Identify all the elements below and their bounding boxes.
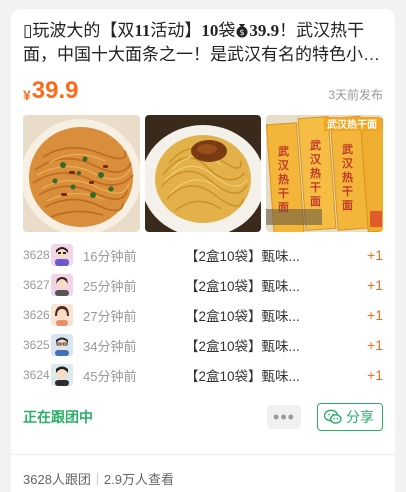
title-prefix: 玩波大的【双 [32, 21, 135, 40]
order-qty: +1 [367, 367, 383, 383]
order-number: 3627 [23, 278, 50, 292]
price-row: ¥ 39.9 3天前发布 [23, 75, 383, 105]
order-qty: +1 [367, 247, 383, 263]
order-qty: +1 [367, 337, 383, 353]
more-icon: ••• [273, 407, 295, 427]
title-mid: 活动】 [150, 21, 202, 40]
svg-text:面: 面 [342, 199, 353, 212]
order-item: 【2盒10袋】甄味... [185, 339, 300, 354]
title-eleven: 11 [134, 21, 151, 40]
order-item: 【2盒10袋】甄味... [185, 309, 300, 324]
group-buy-card[interactable]: ▯玩波大的【双11活动】10袋 $39.9！武汉热干面，中国十大面条之一！是武汉有… [11, 9, 395, 492]
order-time: 16分钟前 [83, 248, 137, 264]
order-time: 27分钟前 [83, 308, 137, 324]
svg-text:汉: 汉 [342, 156, 354, 170]
post-title[interactable]: ▯玩波大的【双11活动】10袋 $39.9！武汉热干面，中国十大面条之一！是武汉有… [23, 19, 383, 67]
title-square-icon: ▯ [23, 21, 33, 40]
share-button[interactable]: 分享 [317, 403, 383, 431]
price-value: 39.9 [31, 77, 79, 104]
svg-text:面: 面 [310, 195, 321, 208]
title-ten: 10 [201, 21, 219, 40]
svg-text:汉: 汉 [310, 152, 322, 166]
svg-text:干: 干 [310, 181, 321, 194]
order-time: 25分钟前 [83, 278, 137, 294]
order-number: 3626 [23, 308, 50, 322]
order-number: 3628 [23, 248, 50, 262]
order-time: 34分钟前 [83, 338, 137, 354]
avatar [51, 274, 73, 296]
package-image[interactable]: 武汉热干面 武汉热干面 武汉热干面 武汉热干面 [266, 115, 384, 232]
title-price: 39.9 [249, 21, 280, 40]
group-status: 正在跟团中 [23, 409, 93, 425]
money-bag-icon: $ [235, 21, 249, 38]
order-time: 45分钟前 [83, 368, 137, 384]
order-number: 3624 [23, 368, 50, 382]
price: ¥ 39.9 [23, 77, 79, 105]
footer-stats: 3628人跟团 2.9万人查看 [23, 469, 383, 488]
svg-text:武: 武 [342, 142, 353, 156]
svg-text:武: 武 [278, 144, 289, 158]
title-bags: 袋 [218, 21, 236, 40]
order-list: 3628 16分钟前 【2盒10袋】甄味... +1 3627 25分钟前 【2… [23, 240, 383, 390]
order-qty: +1 [367, 307, 383, 323]
order-row[interactable]: 3624 45分钟前 【2盒10袋】甄味... +1 [23, 360, 383, 390]
view-count: 2.9万人查看 [103, 472, 174, 487]
svg-text:$: $ [240, 28, 245, 37]
svg-text:热: 热 [310, 166, 321, 180]
avatar [51, 304, 73, 326]
posted-time: 3天前发布 [328, 88, 383, 102]
image-gallery: 武汉热干面 武汉热干面 武汉热干面 武汉热干面 [23, 115, 384, 232]
order-qty: +1 [367, 277, 383, 293]
svg-text:武: 武 [310, 138, 321, 152]
order-row[interactable]: 3627 25分钟前 【2盒10袋】甄味... +1 [23, 270, 383, 300]
package-label: 武汉热干面 [327, 118, 377, 131]
svg-text:热: 热 [278, 172, 289, 186]
svg-text:热: 热 [342, 170, 353, 184]
svg-text:干: 干 [278, 187, 289, 200]
price-currency: ¥ [23, 87, 31, 103]
order-number: 3625 [23, 338, 50, 352]
order-item: 【2盒10袋】甄味... [185, 249, 300, 264]
order-row[interactable]: 3626 27分钟前 【2盒10袋】甄味... +1 [23, 300, 383, 330]
share-label: 分享 [346, 409, 374, 425]
svg-text:干: 干 [342, 185, 353, 198]
divider [11, 454, 395, 455]
avatar [51, 334, 73, 356]
order-row[interactable]: 3628 16分钟前 【2盒10袋】甄味... +1 [23, 240, 383, 270]
wechat-icon [324, 409, 346, 425]
noodles-plate-image[interactable] [144, 115, 262, 232]
more-button[interactable]: ••• [267, 405, 301, 429]
avatar [51, 244, 73, 266]
separator [96, 472, 98, 485]
noodles-bowl-image[interactable] [23, 115, 140, 232]
avatar [51, 364, 73, 386]
svg-text:汉: 汉 [278, 158, 290, 172]
order-item: 【2盒10袋】甄味... [185, 369, 300, 384]
action-row: 正在跟团中 ••• 分享 [23, 402, 383, 432]
order-row[interactable]: 3625 34分钟前 【2盒10袋】甄味... +1 [23, 330, 383, 360]
follower-count: 3628人跟团 [23, 472, 91, 487]
order-item: 【2盒10袋】甄味... [185, 279, 300, 294]
